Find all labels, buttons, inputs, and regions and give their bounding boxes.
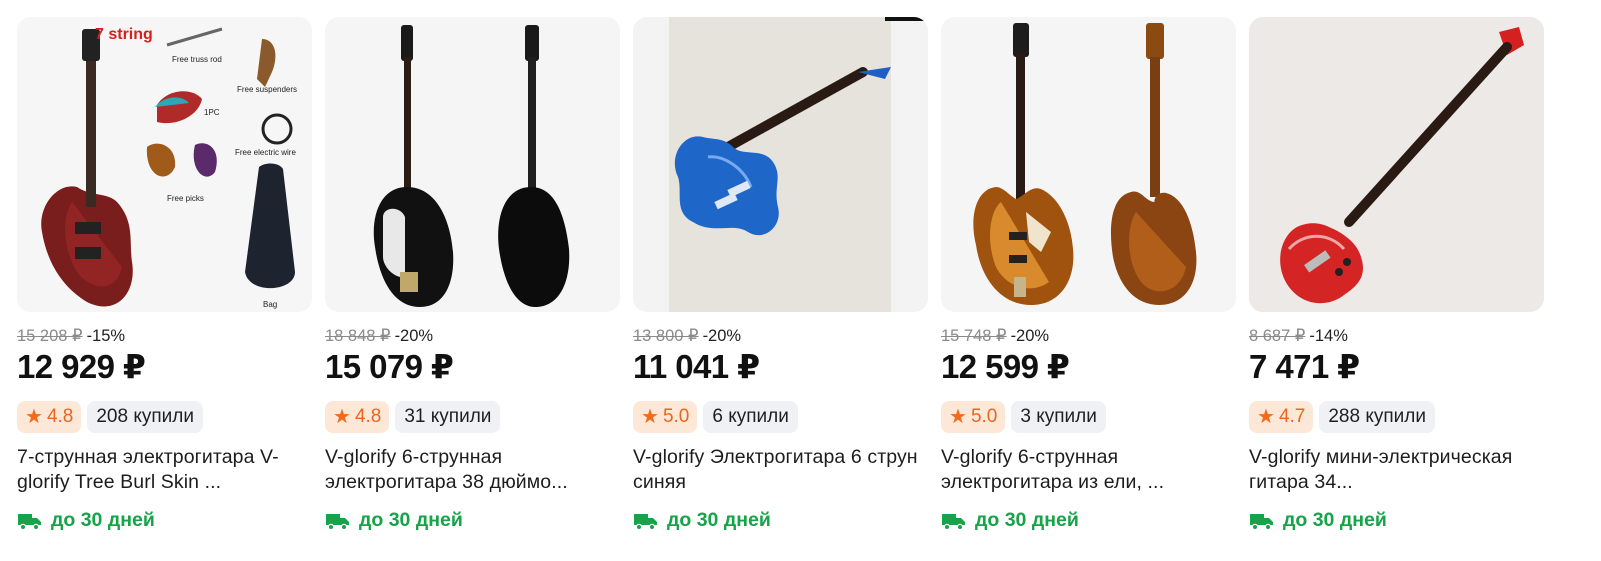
current-price: 12 929 ₽: [17, 348, 146, 385]
truck-icon: [1250, 513, 1273, 530]
discount-percent: -20%: [1010, 327, 1050, 345]
old-price: 13 800 ₽: [633, 327, 699, 345]
badges: ★ 4.8 208 купили: [17, 401, 312, 433]
product-title[interactable]: V-glorify мини-электрическая гитара 34..…: [1249, 445, 1544, 495]
guitar-red-mini-image: [1249, 17, 1544, 312]
product-card[interactable]: 7 string Free truss rod Free suspenders …: [17, 17, 312, 532]
badges: ★ 4.7 288 купили: [1249, 401, 1544, 433]
product-card[interactable]: 18 848 ₽ -20% 15 079 ₽ ★ 4.8 31 купили V-…: [325, 17, 620, 532]
bought-count-badge: 3 купили: [1011, 401, 1106, 433]
image-label: Free suspenders: [237, 85, 297, 94]
current-price: 7 471 ₽: [1249, 348, 1360, 385]
delivery-text: до 30 дней: [975, 509, 1079, 531]
badges: ★ 4.8 31 купили: [325, 401, 620, 433]
bought-count-badge: 6 купили: [703, 401, 798, 433]
old-price: 15 748 ₽: [941, 327, 1007, 345]
star-icon: ★: [641, 406, 659, 428]
delivery-info: до 30 дней: [941, 509, 1236, 532]
truck-icon: [18, 513, 41, 530]
badges: ★ 5.0 3 купили: [941, 401, 1236, 433]
discount-percent: -15%: [86, 327, 126, 345]
delivery-info: до 30 дней: [633, 509, 928, 532]
truck-icon: [326, 513, 349, 530]
bought-count-badge: 31 купили: [395, 401, 501, 433]
rating-badge: ★ 4.8: [325, 401, 390, 433]
old-price: 8 687 ₽: [1249, 327, 1306, 345]
rating-value: 4.8: [354, 406, 382, 427]
bought-count-badge: 288 купили: [1319, 401, 1435, 433]
image-label: Bag: [263, 300, 277, 309]
guitar-sunburst-image: [941, 17, 1236, 312]
rating-value: 4.8: [46, 406, 74, 427]
delivery-text: до 30 дней: [51, 509, 155, 531]
current-price: 11 041 ₽: [633, 348, 760, 385]
product-image[interactable]: [633, 17, 928, 312]
star-icon: ★: [333, 406, 351, 428]
product-title[interactable]: V-glorify 6-струнная электрогитара из ел…: [941, 445, 1236, 495]
product-image[interactable]: [1249, 17, 1544, 312]
badges: ★ 5.0 6 купили: [633, 401, 928, 433]
image-label: Free truss rod: [172, 55, 222, 64]
old-price-line: 15 748 ₽ -20%: [941, 326, 1236, 346]
product-card[interactable]: 15 748 ₽ -20% 12 599 ₽ ★ 5.0 3 купили V-g…: [941, 17, 1236, 532]
bought-count-badge: 208 купили: [87, 401, 203, 433]
discount-percent: -14%: [1309, 327, 1348, 345]
delivery-info: до 30 дней: [325, 509, 620, 532]
old-price-line: 15 208 ₽ -15%: [17, 326, 312, 346]
rating-badge: ★ 4.7: [1249, 401, 1314, 433]
guitar-blue-paisley-image: [633, 17, 928, 312]
discount-percent: -20%: [394, 327, 434, 345]
product-card[interactable]: 8 687 ₽ -14% 7 471 ₽ ★ 4.7 288 купили V-g…: [1249, 17, 1544, 532]
old-price-line: 18 848 ₽ -20%: [325, 326, 620, 346]
product-title[interactable]: V-glorify Электрогитара 6 струн синяя: [633, 445, 928, 495]
star-icon: ★: [949, 406, 967, 428]
product-image[interactable]: [325, 17, 620, 312]
rating-badge: ★ 5.0: [633, 401, 698, 433]
delivery-text: до 30 дней: [1283, 509, 1387, 531]
old-price: 15 208 ₽: [17, 327, 83, 345]
rating-badge: ★ 4.8: [17, 401, 82, 433]
delivery-info: до 30 дней: [17, 509, 312, 532]
truck-icon: [942, 513, 965, 530]
rating-value: 5.0: [970, 406, 998, 427]
truck-icon: [634, 513, 657, 530]
old-price-line: 8 687 ₽ -14%: [1249, 326, 1544, 346]
star-icon: ★: [1257, 406, 1275, 428]
product-image[interactable]: 7 string Free truss rod Free suspenders …: [17, 17, 312, 312]
guitar-black-image: [325, 17, 620, 312]
product-title[interactable]: V-glorify 6-струнная электрогитара 38 дю…: [325, 445, 620, 495]
star-icon: ★: [25, 406, 43, 428]
discount-percent: -20%: [702, 327, 742, 345]
rating-value: 4.7: [1278, 406, 1306, 427]
current-price: 12 599 ₽: [941, 348, 1070, 385]
image-label: Free electric wire: [235, 148, 296, 157]
old-price: 18 848 ₽: [325, 327, 391, 345]
rating-badge: ★ 5.0: [941, 401, 1006, 433]
image-label: 1PC: [204, 108, 220, 117]
product-image[interactable]: [941, 17, 1236, 312]
old-price-line: 13 800 ₽ -20%: [633, 326, 928, 346]
rating-value: 5.0: [662, 406, 690, 427]
guitar-7-string-image: 7 string Free truss rod Free suspenders …: [17, 17, 312, 312]
image-label: 7 string: [95, 26, 153, 43]
delivery-info: до 30 дней: [1249, 509, 1544, 532]
product-card[interactable]: 13 800 ₽ -20% 11 041 ₽ ★ 5.0 6 купили V-g…: [633, 17, 928, 532]
product-title[interactable]: 7-струнная электрогитара V-glorify Tree …: [17, 445, 312, 495]
image-label: Free picks: [167, 194, 204, 203]
current-price: 15 079 ₽: [325, 348, 454, 385]
delivery-text: до 30 дней: [667, 509, 771, 531]
product-grid: 7 string Free truss rod Free suspenders …: [17, 17, 1544, 532]
delivery-text: до 30 дней: [359, 509, 463, 531]
